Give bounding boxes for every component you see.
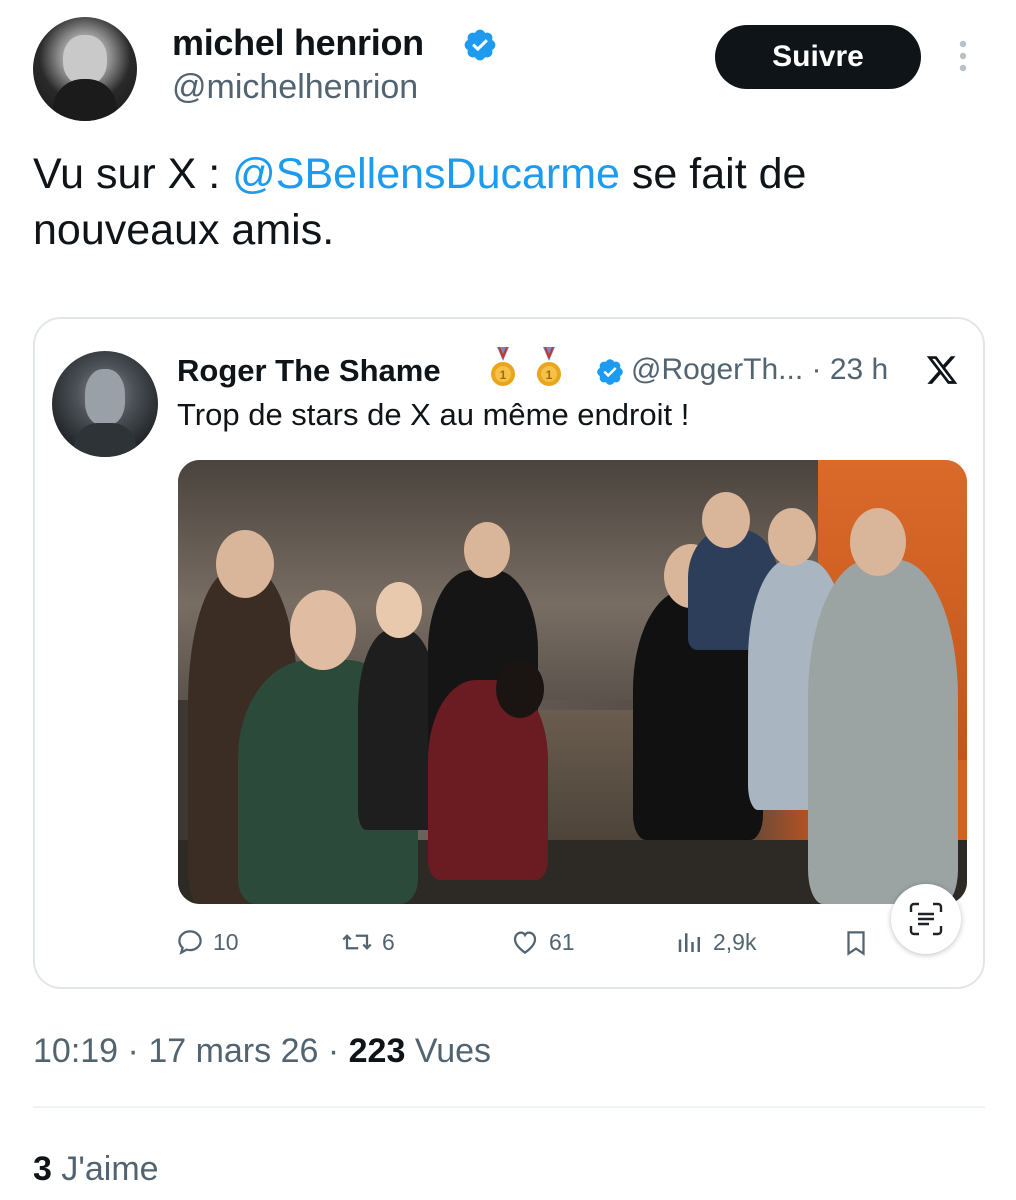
bookmark-icon[interactable] [841, 927, 871, 959]
reply-action[interactable]: 10 [175, 927, 239, 957]
quote-author-name[interactable]: Roger The Shame [177, 353, 441, 389]
likes-label: J'aime [61, 1150, 159, 1188]
views-action[interactable]: 2,9k [675, 927, 756, 957]
author-avatar[interactable] [33, 17, 137, 121]
views-chart-icon [678, 933, 700, 952]
x-logo-icon [926, 356, 958, 384]
photo-person-head [850, 508, 906, 576]
photo-person-head [290, 590, 356, 670]
quoted-tweet[interactable]: Roger The Shame 1 1 @RogerTh... · 23 h T… [33, 317, 985, 989]
quote-handle-text: @RogerTh... [631, 353, 804, 386]
quote-author-handle[interactable]: @RogerTh... · 23 h [631, 353, 888, 387]
tweet-text: Vu sur X : @SBellensDucarme se fait de n… [33, 146, 973, 258]
tweet-time: 10:19 [33, 1032, 119, 1070]
author-name[interactable]: michel henrion [172, 22, 424, 64]
verified-badge-icon [597, 359, 623, 385]
tweet-text-before: Vu sur X : [33, 150, 233, 198]
views-count: 2,9k [713, 928, 757, 955]
likes-number: 3 [33, 1150, 52, 1188]
svg-text:1: 1 [546, 368, 553, 382]
gold-medal-icon: 1 [491, 347, 515, 386]
quote-text: Trop de stars de X au même endroit ! [177, 397, 690, 432]
photo-person-head [376, 582, 422, 638]
like-action[interactable]: 61 [509, 927, 575, 957]
divider [33, 1106, 985, 1108]
verified-badge-icon [464, 29, 496, 61]
svg-text:1: 1 [500, 368, 507, 382]
likes-summary[interactable]: 3 J'aime [33, 1150, 159, 1189]
gold-medal-icon: 1 [537, 347, 561, 386]
repost-action[interactable]: 6 [340, 927, 395, 957]
text-scan-button[interactable] [891, 884, 961, 954]
photo-person [358, 630, 438, 830]
author-handle[interactable]: @michelhenrion [172, 68, 418, 107]
photo-person-head [496, 660, 544, 718]
like-count: 61 [549, 928, 575, 955]
follow-button[interactable]: Suivre [715, 25, 921, 89]
tweet-date: 17 mars 26 [148, 1032, 319, 1070]
tweet-meta: 10:19 · 17 mars 26 · 223 Vues [33, 1032, 492, 1070]
photo-person [808, 560, 958, 904]
more-vertical-icon[interactable] [950, 36, 976, 76]
views-number: 223 [348, 1032, 406, 1070]
reply-icon [178, 930, 202, 955]
mention-link[interactable]: @SBellensDucarme [232, 150, 620, 198]
views-label: Vues [414, 1032, 492, 1070]
repost-count: 6 [382, 928, 395, 955]
photo-person-head [702, 492, 750, 548]
heart-icon [513, 931, 537, 954]
photo-person-head [216, 530, 274, 598]
quote-author-avatar[interactable] [52, 351, 158, 457]
photo-person-head [464, 522, 510, 578]
repost-icon [342, 934, 372, 950]
reply-count: 10 [213, 928, 239, 955]
photo-person-head [768, 508, 816, 566]
quote-photo[interactable] [178, 460, 967, 904]
text-scan-icon [909, 902, 943, 936]
quote-time-ago: · 23 h [811, 353, 889, 386]
